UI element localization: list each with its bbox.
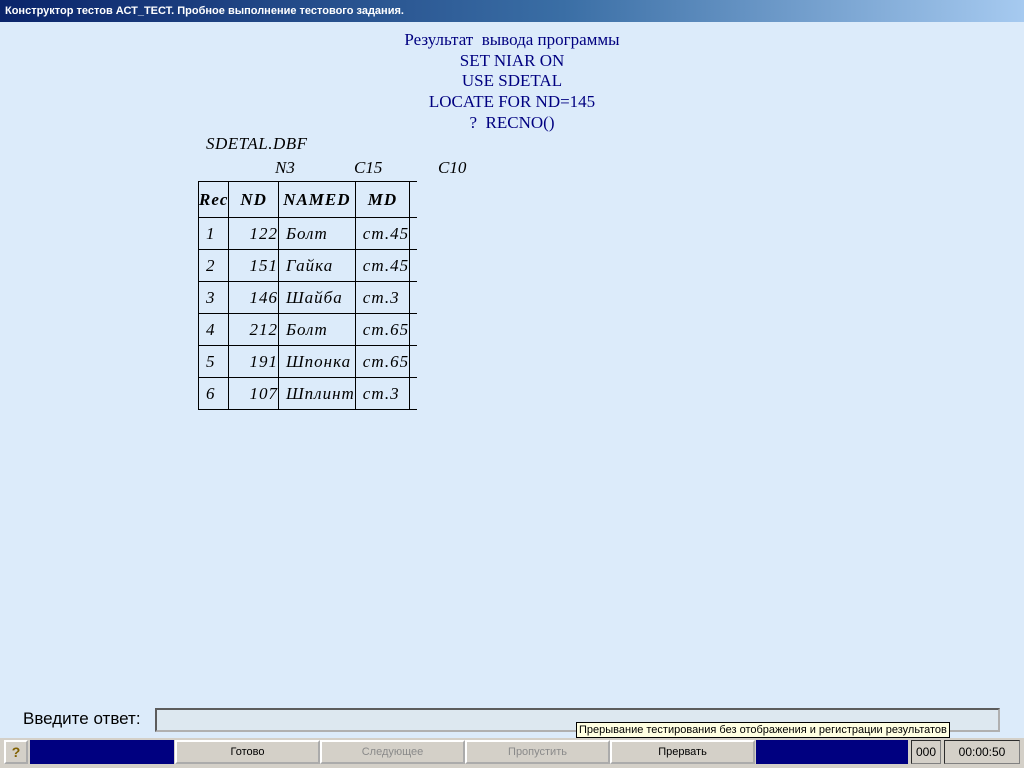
question-line: Результат вывода программы [404, 30, 620, 49]
question-line: LOCATE FOR ND=145 [428, 92, 596, 112]
dbf-table: Rec ND NAMED MD 1 122 Болт ст.45 2 151 Г… [197, 181, 418, 410]
table-row: 4 212 Болт ст.65 [197, 313, 418, 346]
status-panel-left [30, 740, 174, 764]
column-header: Rec [197, 181, 230, 218]
table-cell [409, 181, 418, 218]
table-cell: 151 [228, 249, 279, 282]
table-cell: 6 [197, 377, 230, 410]
table-row: 3 146 Шайба ст.3 [197, 281, 418, 314]
table-cell [409, 217, 418, 250]
question-counter: 000 [911, 740, 941, 764]
table-cell: Болт [277, 313, 356, 346]
answer-label: Введите ответ: [23, 709, 141, 728]
question-line: USE SDETAL [461, 71, 563, 91]
abort-button[interactable]: Прервать [610, 740, 755, 764]
help-icon[interactable]: ? [4, 740, 28, 764]
dbf-table-name: SDETAL.DBF [206, 134, 308, 153]
table-cell: Шпонка [277, 345, 356, 378]
field-type-named: C15 [354, 158, 383, 177]
table-row: 5 191 Шпонка ст.65 [197, 345, 418, 378]
column-header: MD [354, 181, 411, 218]
table-cell: 212 [228, 313, 279, 346]
question-line: ? RECNO() [469, 112, 555, 132]
skip-button[interactable]: Пропустить [465, 740, 610, 764]
table-cell: 3 [197, 281, 230, 314]
table-cell: Шайба [277, 281, 356, 314]
table-cell: 107 [228, 377, 279, 410]
table-cell: 191 [228, 345, 279, 378]
table-cell: ст.3 [354, 281, 411, 314]
table-cell: 4 [197, 313, 230, 346]
table-cell: ст.65 [354, 345, 411, 378]
column-header: ND [228, 181, 279, 218]
table-cell [409, 345, 418, 378]
table-cell: 5 [197, 345, 230, 378]
field-type-md: C10 [438, 158, 467, 177]
table-cell: 122 [228, 217, 279, 250]
table-header-row: Rec ND NAMED MD [197, 181, 418, 218]
table-cell [409, 313, 418, 346]
table-cell: 2 [197, 249, 230, 282]
next-button[interactable]: Следующее [320, 740, 465, 764]
table-cell [409, 377, 418, 410]
timer: 00:00:50 [944, 740, 1020, 764]
table-cell [409, 249, 418, 282]
window-title: Конструктор тестов АСТ_ТЕСТ. Пробное вып… [0, 0, 1024, 22]
table-row: 2 151 Гайка ст.45 [197, 249, 418, 282]
table-cell [409, 281, 418, 314]
table-row: 1 122 Болт ст.45 [197, 217, 418, 250]
table-row: 6 107 Шплинт ст.3 [197, 377, 418, 410]
status-panel-right [756, 740, 908, 764]
table-cell: ст.45 [354, 249, 411, 282]
column-header: NAMED [277, 181, 356, 218]
field-type-nd: N3 [275, 158, 295, 177]
table-cell: ст.65 [354, 313, 411, 346]
done-button[interactable]: Готово [175, 740, 320, 764]
table-cell: ст.3 [354, 377, 411, 410]
table-cell: Гайка [277, 249, 356, 282]
table-cell: 146 [228, 281, 279, 314]
tooltip: Прерывание тестирования без отображения … [576, 722, 950, 738]
table-cell: 1 [197, 217, 230, 250]
table-cell: Болт [277, 217, 356, 250]
question-line: SET NIAR ON [459, 50, 565, 70]
table-cell: Шплинт [277, 377, 356, 410]
table-cell: ст.45 [354, 217, 411, 250]
question-text: Результат вывода программы SET NIAR ON U… [0, 30, 1024, 134]
